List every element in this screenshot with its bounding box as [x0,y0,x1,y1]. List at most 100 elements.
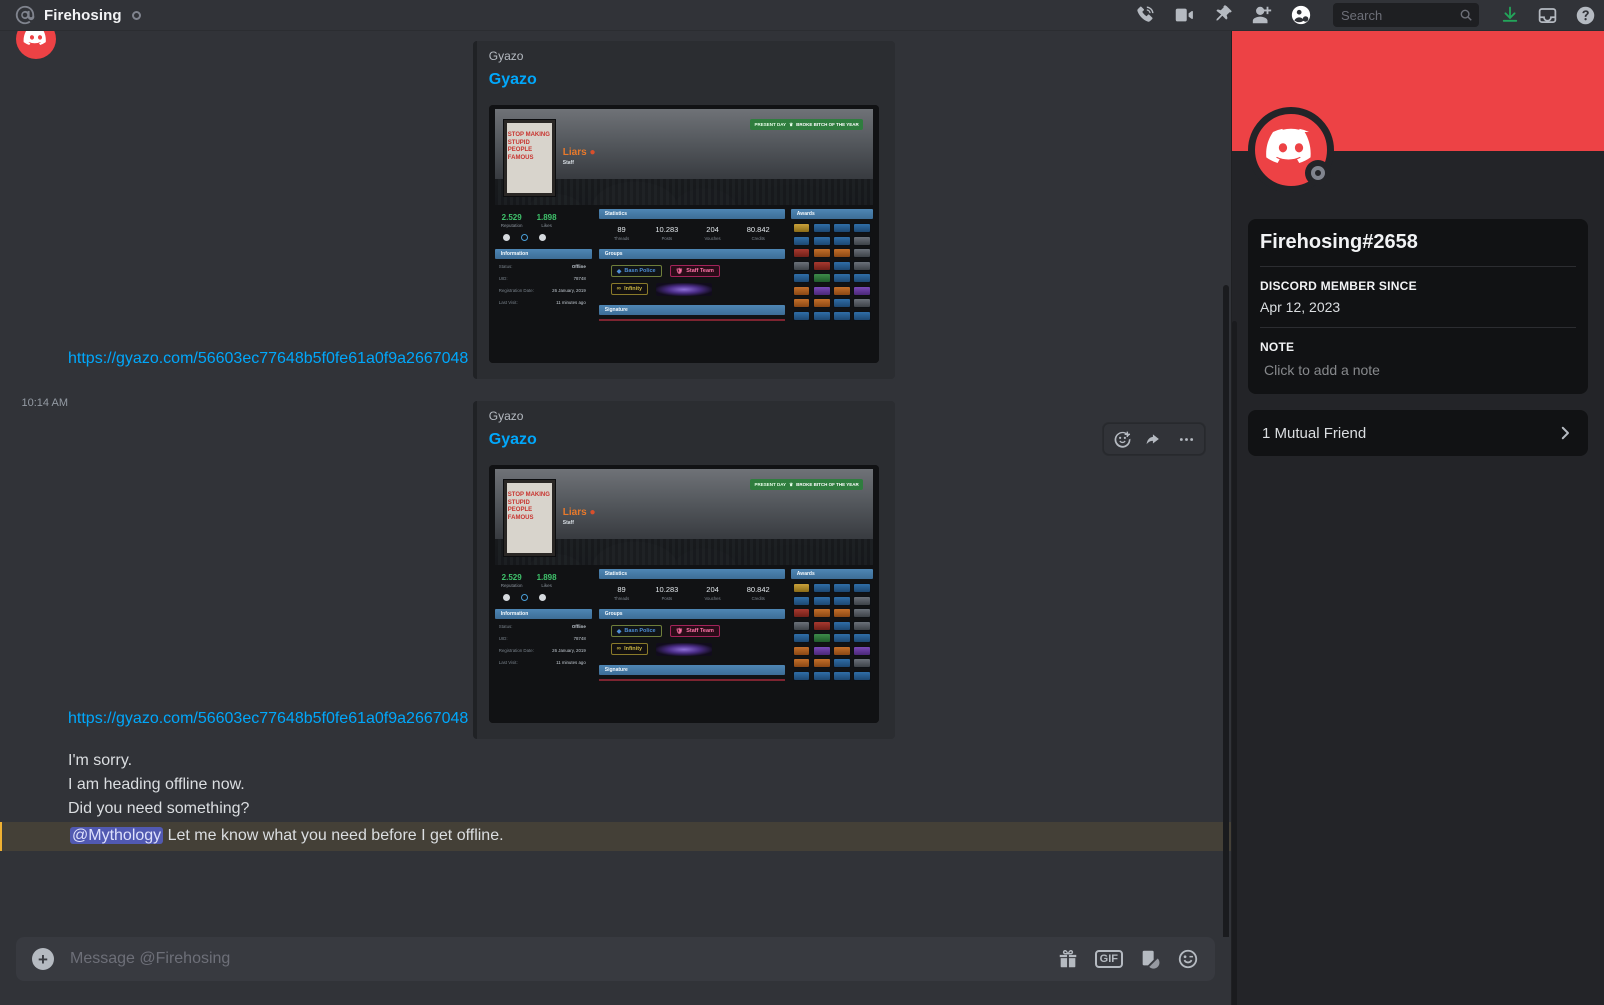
statistics-row: 89 Threads 10.283 Posts 204 Vouches 80.8… [599,219,785,243]
embed-title[interactable]: Gyazo [489,431,879,449]
search-input[interactable]: Search [1333,3,1479,27]
group-icon: ◆ [616,628,622,635]
award-icon [853,235,871,246]
chat-scrollbar[interactable] [1222,285,1230,937]
more-options-icon[interactable] [1170,425,1202,453]
stat-label: Posts [661,236,673,241]
embed-image[interactable]: PRESENT DAY ♛ BROKE BITCH OF THE YEAR ST… [488,105,879,363]
start-voice-call-icon[interactable] [1134,4,1156,26]
message-text: I am heading offline now. [68,776,245,793]
profile-action-icons [495,590,592,601]
add-friends-to-dm-icon[interactable] [1251,4,1273,26]
add-reaction-icon[interactable] [1106,425,1138,453]
stat-value: 89 [617,585,626,594]
profile-action-icons [495,230,592,241]
message-input[interactable] [54,950,1057,968]
app-body: https://gyazo.com/56603ec77648b5f0fe61a0… [0,31,1604,1005]
message-composer[interactable]: + GIF [16,937,1215,981]
status-badge [1305,160,1331,186]
signature-section: Signature [598,305,785,321]
message-text: @Mythology Let me know what you need bef… [70,824,504,848]
profile-username: Liars ● [562,507,596,518]
likes-stat: 1.898 Likes [537,213,557,228]
stat-credits: 80.842 Credits [747,225,770,241]
composer-area: + GIF [0,937,1231,1005]
groups-row-1: ◆ Basn Police 🛡 Staff Team [599,259,785,277]
mutual-friends-button[interactable]: 1 Mutual Friend [1248,410,1588,456]
embed-title[interactable]: Gyazo [489,71,879,89]
downloads-icon[interactable] [1500,5,1520,25]
group-chip-basn-police: ◆ Basn Police [610,625,662,637]
award-icon [792,310,811,321]
group-label: Infinity [624,286,643,292]
refresh-icon [520,234,528,241]
info-row-uid: UID: 78748 [499,636,586,641]
flame-icon: ● [589,507,596,518]
info-row-lastvisit: Last Visit: 11 minutes ago [499,300,586,305]
award-icon [853,620,871,631]
award-icon [833,223,851,233]
divider [1260,266,1576,267]
message-text: I'm sorry. [68,752,133,769]
award-icon [812,285,831,296]
note-input[interactable]: Click to add a note [1260,360,1576,380]
help-icon[interactable] [1575,5,1596,26]
pinned-messages-icon[interactable] [1212,4,1234,26]
embed-provider: Gyazo [488,49,524,63]
gif-icon[interactable]: GIF [1094,950,1123,968]
info-label: Last Visit: [498,300,518,305]
stat-value: 10.283 [655,585,679,594]
signature-header: Signature [598,665,785,675]
user-profile-icon[interactable] [1290,4,1312,26]
member-since-value: Apr 12, 2023 [1260,299,1341,315]
award-icon [833,658,851,668]
stat-credits: 80.842 Credits [747,585,770,601]
awards-grid [791,579,873,681]
award-icon [792,645,811,656]
stat-value: 204 [706,585,719,594]
award-icon [812,310,831,321]
award-icon [792,223,811,233]
status-badge: PRESENT DAY ♛ BROKE BITCH OF THE YEAR [750,119,863,130]
message-link[interactable]: https://gyazo.com/56603ec77648b5f0fe61a0… [68,710,468,727]
emoji-icon[interactable] [1177,948,1199,970]
groups-row-1: ◆ Basn Police 🛡 Staff Team [599,619,785,637]
groups-header: Groups [598,249,785,259]
chat-scrollbar-thumb[interactable] [1223,285,1229,937]
info-value: 11 minutes ago [556,300,586,305]
composer-icons: GIF [1057,948,1215,970]
groups-row-2: ∞ Infinity [599,277,785,296]
user-mention[interactable]: @Mythology [70,827,164,844]
sticker-icon[interactable] [1139,948,1161,970]
inbox-icon[interactable] [1537,5,1558,26]
start-video-call-icon[interactable] [1173,4,1195,26]
message-link[interactable]: https://gyazo.com/56603ec77648b5f0fe61a0… [68,350,468,367]
profile-avatar-image: STOP MAKING STUPID PEOPLE FAMOUS [502,479,556,557]
shield-icon: 🛡 [675,268,684,275]
crown-icon: ♛ [789,481,794,487]
group-label: Staff Team [686,628,714,634]
groups-section: Groups ◆ Basn Police 🛡 Staff Team ∞ Infi… [598,249,785,296]
award-icon [833,285,851,296]
stat-threads: 89 Threads [614,585,629,601]
reply-icon[interactable] [1138,425,1170,453]
panel-scrollbar[interactable] [1232,321,1237,1005]
message-content: https://gyazo.com/56603ec77648b5f0fe61a0… [68,33,895,379]
award-icon [853,223,871,233]
statistics-row: 89 Threads 10.283 Posts 204 Vouches 80.8… [599,579,785,603]
info-value: Offline [571,264,586,269]
award-icon [833,583,851,593]
message-text: Did you need something? [68,800,250,817]
add-attachment-icon[interactable]: + [32,948,54,970]
stat-label: Vouches [704,596,721,601]
mention-message-row: @Mythology Let me know what you need bef… [0,822,1231,851]
awards-header: Awards [790,569,873,579]
information-rows: Status: Offline UID: 78748 Registration … [495,619,592,665]
message-list[interactable]: https://gyazo.com/56603ec77648b5f0fe61a0… [0,31,1231,937]
gift-icon[interactable] [1057,948,1079,970]
embed-image[interactable]: PRESENT DAY ♛ BROKE BITCH OF THE YEAR ST… [488,465,879,723]
discord-app-window: Firehosing Search https://gyazo.com/5660… [0,0,1604,1005]
message-group: https://gyazo.com/56603ec77648b5f0fe61a0… [0,31,1231,379]
info-label: Status: [498,264,513,269]
profile-avatar[interactable] [1248,107,1334,193]
